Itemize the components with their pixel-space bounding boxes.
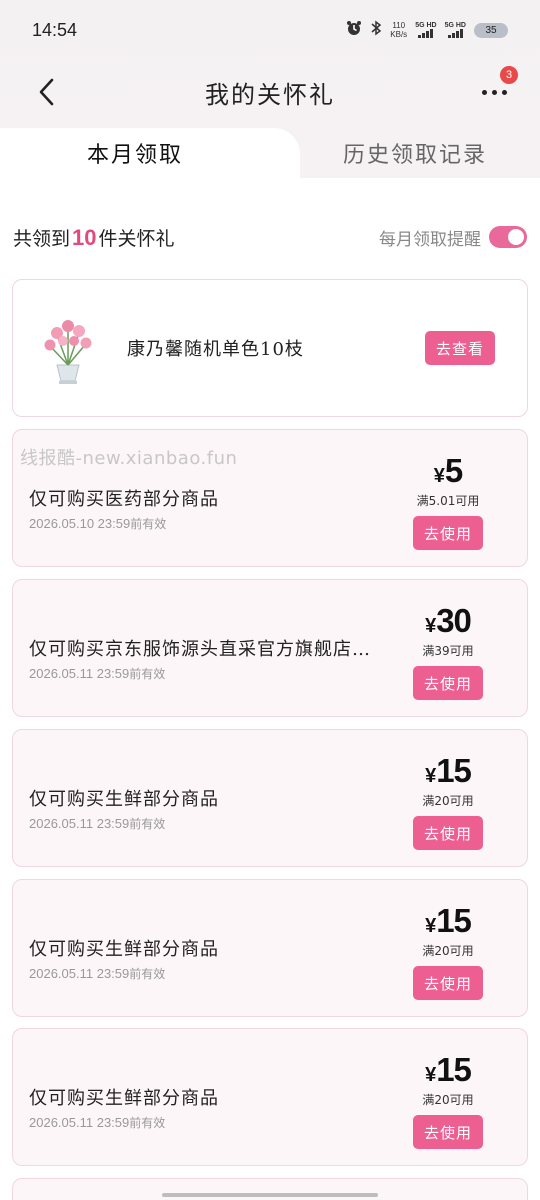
coupon-amount: ¥30 — [425, 602, 472, 640]
coupon-card: 仅可购买京东服饰源头直采官方旗舰店… 2026.05.11 23:59前有效 ¥… — [12, 579, 528, 717]
coupon-expiry-suffix: 前有效 — [130, 517, 167, 531]
coupon-condition: 满20可用 — [422, 794, 474, 808]
use-coupon-button[interactable]: 去使用 — [413, 1115, 483, 1149]
coupon-expiry-date: 2026.05.10 23:59 — [29, 516, 131, 531]
status-time: 14:54 — [32, 19, 78, 40]
coupon-expiry: 2026.05.11 23:59前有效 — [29, 815, 165, 832]
toggle-knob — [508, 229, 524, 245]
coupon-value-block: ¥15 满20可用 去使用 — [411, 902, 485, 1000]
summary-prefix: 共领到 — [13, 227, 71, 250]
coupon-amount-value: 15 — [436, 752, 472, 789]
tab-history[interactable]: 历史领取记录 — [290, 128, 540, 178]
nav-bar: 我的关怀礼 3 — [0, 60, 540, 124]
coupon-expiry-suffix: 前有效 — [129, 967, 166, 981]
coupon-amount: ¥5 — [433, 452, 464, 490]
coupon-description: 仅可购买京东服饰源头直采官方旗舰店… — [29, 639, 371, 660]
bluetooth-icon — [370, 20, 382, 40]
coupon-amount-value: 15 — [436, 902, 472, 939]
currency-symbol: ¥ — [425, 765, 437, 787]
coupon-condition: 满5.01可用 — [416, 494, 480, 508]
coupon-value-block: ¥15 满20可用 去使用 — [411, 1051, 485, 1149]
sim2-label: 5G HD — [444, 22, 466, 29]
view-gift-button[interactable]: 去查看 — [425, 331, 495, 365]
coupon-value-block: ¥5 满5.01可用 去使用 — [411, 452, 485, 550]
summary-suffix: 件关怀礼 — [98, 227, 175, 250]
signal-bars-icon — [418, 29, 434, 38]
watermark: 线报酷-new.xianbao.fun — [20, 448, 238, 469]
status-icons: 110 KB/s 5G HD 5G HD 35 — [346, 20, 508, 40]
coupon-expiry-date: 2026.05.11 23:59 — [29, 1115, 130, 1130]
coupon-expiry-suffix: 前有效 — [129, 817, 166, 831]
status-bar: 14:54 110 KB/s 5G HD 5G HD 35 — [0, 0, 540, 60]
more-icon — [481, 89, 507, 95]
gift-count: 10 — [72, 224, 97, 250]
sim1-signal: 5G HD — [415, 22, 437, 38]
coupon-value-block: ¥15 满20可用 去使用 — [411, 752, 485, 850]
coupon-amount-value: 5 — [444, 452, 463, 489]
more-button[interactable]: 3 — [474, 66, 518, 110]
reminder-label: 每月领取提醒 — [379, 229, 481, 250]
coupon-expiry-date: 2026.05.11 23:59 — [29, 966, 130, 981]
currency-symbol: ¥ — [425, 1064, 437, 1086]
sim1-label: 5G HD — [415, 22, 437, 29]
coupon-amount-value: 30 — [436, 602, 472, 639]
coupon-description: 仅可购买医药部分商品 — [29, 489, 219, 510]
coupon-amount: ¥15 — [425, 752, 472, 790]
home-indicator[interactable] — [162, 1193, 378, 1197]
use-coupon-button[interactable]: 去使用 — [413, 966, 483, 1000]
network-speed-value: 110 — [392, 21, 406, 30]
coupon-description: 仅可购买生鲜部分商品 — [29, 939, 219, 960]
coupon-expiry-date: 2026.05.11 23:59 — [29, 816, 130, 831]
notification-badge: 3 — [500, 66, 518, 84]
coupon-amount-value: 15 — [436, 1051, 472, 1088]
summary-row: 共领到 10 件关怀礼 每月领取提醒 — [0, 218, 540, 256]
use-coupon-button[interactable]: 去使用 — [413, 816, 483, 850]
coupon-expiry: 2026.05.11 23:59前有效 — [29, 1114, 165, 1131]
coupon-expiry: 2026.05.11 23:59前有效 — [29, 665, 165, 682]
coupon-expiry-suffix: 前有效 — [129, 667, 166, 681]
coupon-card: 仅可购买生鲜部分商品 2026.05.11 23:59前有效 ¥15 满20可用… — [12, 879, 528, 1017]
currency-symbol: ¥ — [433, 465, 445, 487]
flower-image — [37, 311, 99, 385]
monthly-reminder: 每月领取提醒 — [379, 225, 527, 250]
reminder-toggle[interactable] — [489, 226, 527, 248]
coupon-amount: ¥15 — [425, 1051, 472, 1089]
coupon-description: 仅可购买生鲜部分商品 — [29, 789, 219, 810]
use-coupon-button[interactable]: 去使用 — [413, 666, 483, 700]
network-speed-unit: KB/s — [390, 30, 408, 39]
gift-count-summary: 共领到 10 件关怀礼 — [13, 224, 175, 251]
signal-bars-icon — [447, 29, 463, 38]
coupon-condition: 满20可用 — [422, 1093, 474, 1107]
gift-card: 康乃馨随机单色10枝 去查看 — [12, 279, 528, 417]
coupon-amount: ¥15 — [425, 902, 472, 940]
currency-symbol: ¥ — [425, 915, 437, 937]
tab-this-month[interactable]: 本月领取 — [0, 128, 300, 178]
coupon-expiry: 2026.05.10 23:59前有效 — [29, 515, 166, 532]
coupon-condition: 满39可用 — [422, 644, 474, 658]
battery-indicator: 35 — [474, 22, 508, 38]
page-title: 我的关怀礼 — [205, 80, 335, 109]
coupon-expiry: 2026.05.11 23:59前有效 — [29, 965, 165, 982]
coupon-value-block: ¥30 满39可用 去使用 — [411, 602, 485, 700]
coupon-card: 仅可购买生鲜部分商品 2026.05.11 23:59前有效 ¥15 满20可用… — [12, 1028, 528, 1166]
network-speed: 110 KB/s — [390, 21, 407, 39]
alarm-icon — [346, 20, 362, 40]
currency-symbol: ¥ — [425, 615, 437, 637]
sim2-signal: 5G HD — [445, 22, 466, 38]
tab-bar: 本月领取 历史领取记录 — [0, 128, 540, 178]
coupon-expiry-date: 2026.05.11 23:59 — [29, 666, 130, 681]
coupon-description: 仅可购买生鲜部分商品 — [29, 1088, 219, 1109]
use-coupon-button[interactable]: 去使用 — [413, 516, 483, 550]
gift-name: 康乃馨随机单色10枝 — [127, 339, 304, 360]
chevron-left-icon — [39, 78, 54, 106]
coupon-expiry-suffix: 前有效 — [129, 1116, 166, 1130]
coupon-condition: 满20可用 — [422, 944, 474, 958]
coupon-card: 仅可购买生鲜部分商品 2026.05.11 23:59前有效 ¥15 满20可用… — [12, 729, 528, 867]
back-button[interactable] — [28, 74, 64, 110]
